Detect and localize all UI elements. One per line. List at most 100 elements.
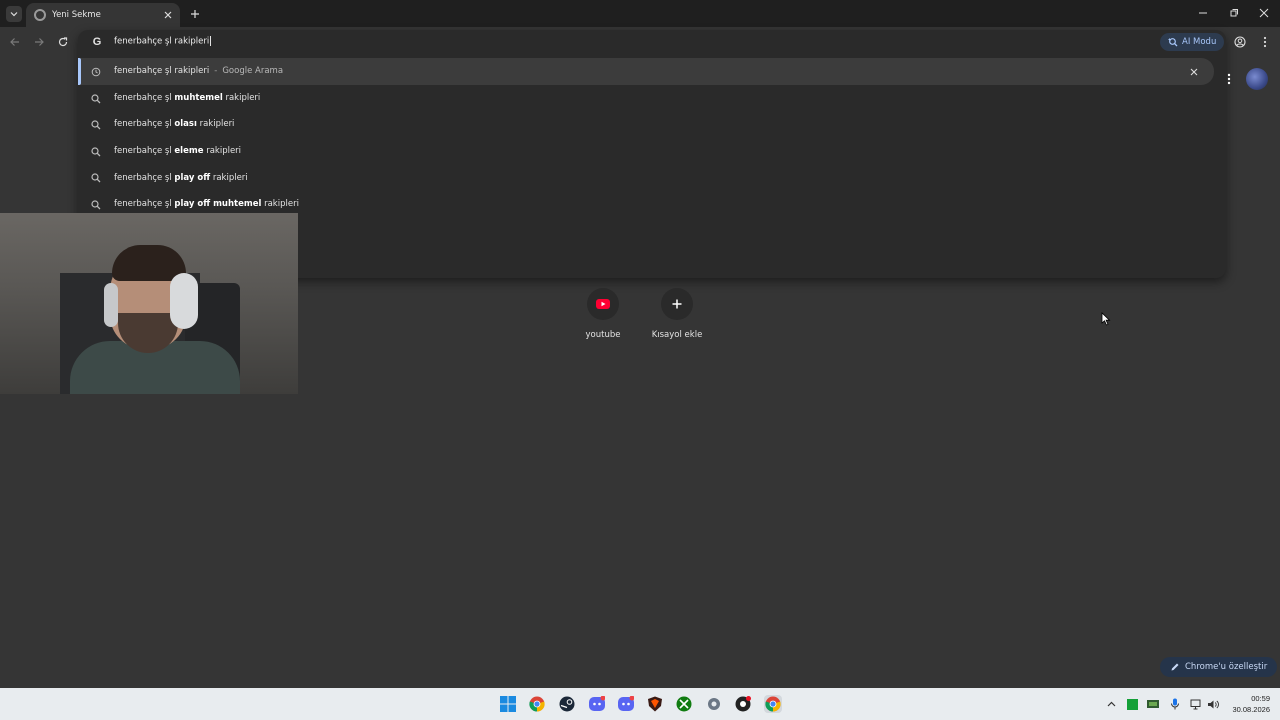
discord-icon [589, 696, 605, 711]
suggestion-text-post: rakipleri [210, 172, 248, 183]
profile-button[interactable] [1233, 35, 1247, 49]
suggestion-text-post: rakipleri [261, 199, 299, 210]
tray-app-green[interactable] [1125, 697, 1139, 711]
system-clock[interactable]: 00:59 30.08.2026 [1226, 693, 1270, 715]
minimize-icon [1199, 12, 1207, 14]
close-icon [164, 11, 172, 19]
app-square-icon [1126, 698, 1138, 710]
gpu-icon [1147, 700, 1159, 708]
more-vertical-icon [1227, 73, 1231, 85]
youtube-icon [596, 299, 610, 309]
shortcut-add-tile [661, 288, 693, 320]
tab-strip: Yeni Sekme [0, 0, 1280, 27]
address-bar[interactable]: G fenerbahçe şl rakipleri [78, 30, 1226, 54]
close-window-button[interactable] [1257, 6, 1271, 20]
steam-icon [559, 696, 575, 712]
reload-button[interactable] [56, 35, 70, 49]
suggestion-text-bold: play off [174, 172, 211, 183]
arrow-left-icon [10, 38, 19, 46]
suggestion-text-pre: fenerbahçe şl [114, 172, 175, 183]
suggestion-text-pre: fenerbahçe şl [114, 199, 175, 210]
shortcut-youtube[interactable]: youtube [573, 288, 633, 340]
chrome-favicon-icon [34, 9, 46, 21]
suggestion-text-post: rakipleri [222, 92, 261, 103]
chevron-up-icon [1107, 701, 1115, 706]
webcam-headset-right [170, 273, 198, 329]
search-icon [90, 146, 102, 158]
suggestion-item[interactable]: fenerbahçe şl olası rakipleri [78, 111, 1226, 138]
taskbar-xbox[interactable] [675, 695, 693, 713]
suggestion-item[interactable]: fenerbahçe şl play off rakipleri [78, 164, 1226, 191]
suggestion-text: fenerbahçe şl rakipleri [114, 66, 210, 77]
taskbar-discord-2[interactable] [617, 695, 635, 713]
suggestion-text-bold: eleme [174, 146, 204, 157]
shortcut-label: youtube [585, 330, 621, 340]
taskbar-obs[interactable] [734, 695, 752, 713]
xbox-icon [676, 696, 692, 712]
taskbar: 00:59 30.08.2026 [0, 688, 1280, 720]
forward-button[interactable] [32, 35, 46, 49]
minimize-button[interactable] [1196, 6, 1210, 20]
suggestion-engine: Google Arama [222, 66, 284, 77]
plus-icon [672, 299, 682, 309]
discord-icon [618, 696, 634, 711]
tray-volume[interactable] [1206, 697, 1220, 711]
taskbar-discord[interactable] [588, 695, 606, 713]
shortcut-add[interactable]: Kısayol ekle [647, 288, 707, 340]
restore-icon [1230, 9, 1238, 17]
sparkle-search-icon [1168, 38, 1178, 47]
windows-start-button[interactable] [499, 695, 517, 713]
suggestion-list: fenerbahçe şl rakipleri - Google Arama f… [78, 58, 1226, 218]
record-icon [735, 696, 751, 712]
remove-suggestion-button[interactable] [1188, 66, 1200, 78]
chrome-menu-button[interactable] [1258, 35, 1272, 49]
suggestion-text-pre: fenerbahçe şl [114, 119, 175, 130]
suggestion-item[interactable]: fenerbahçe şl eleme rakipleri [78, 138, 1226, 165]
search-icon [90, 199, 102, 211]
taskbar-settings[interactable] [705, 695, 723, 713]
shield-icon [648, 696, 662, 712]
volume-icon [1208, 700, 1219, 708]
address-input[interactable]: fenerbahçe şl rakipleri [114, 36, 212, 47]
tray-network[interactable] [1189, 697, 1203, 711]
taskbar-chrome-active[interactable] [764, 695, 782, 713]
suggestion-item[interactable]: fenerbahçe şl muhtemel rakipleri [78, 85, 1226, 112]
taskbar-faceit[interactable] [646, 695, 664, 713]
ai-mode-button[interactable]: AI Modu [1160, 33, 1225, 51]
tab-search-button[interactable] [6, 6, 22, 22]
suggestion-text-bold: muhtemel [174, 92, 223, 103]
history-icon [90, 66, 102, 78]
suggestion-text-bold: olası [174, 119, 197, 130]
webcam-overlay [0, 213, 298, 394]
chrome-icon [765, 696, 781, 712]
restore-button[interactable] [1227, 6, 1241, 20]
chrome-icon [529, 696, 545, 712]
shortcut-youtube-tile [587, 288, 619, 320]
pencil-icon [1171, 663, 1179, 671]
search-icon [90, 93, 102, 105]
reload-icon [58, 37, 68, 47]
clock-time: 00:59 [1251, 694, 1270, 703]
new-tab-button[interactable] [188, 7, 202, 21]
webcam-headset-left [104, 283, 118, 327]
suggestion-text-post: rakipleri [203, 146, 242, 157]
more-vertical-icon [1263, 36, 1267, 48]
back-button[interactable] [8, 35, 22, 49]
tab-close-button[interactable] [162, 9, 174, 21]
suggestion-item[interactable]: fenerbahçe şl rakipleri - Google Arama [78, 58, 1214, 85]
google-g-icon: G [92, 36, 102, 48]
clock-date: 30.08.2026 [1232, 705, 1270, 714]
plus-icon [191, 10, 199, 18]
tray-overflow-button[interactable] [1104, 697, 1118, 711]
tray-microphone[interactable] [1168, 697, 1182, 711]
text-caret [210, 36, 212, 46]
tab-new-tab[interactable]: Yeni Sekme [26, 3, 180, 27]
avatar[interactable] [1246, 68, 1268, 90]
taskbar-steam[interactable] [558, 695, 576, 713]
tab-title: Yeni Sekme [52, 10, 101, 20]
taskbar-chrome[interactable] [528, 695, 546, 713]
google-apps-button[interactable] [1224, 72, 1234, 86]
customize-chrome-button[interactable]: Chrome'u özelleştir [1160, 657, 1278, 677]
tray-gpu[interactable] [1146, 697, 1160, 711]
suggestion-text-pre: fenerbahçe şl [114, 92, 175, 103]
